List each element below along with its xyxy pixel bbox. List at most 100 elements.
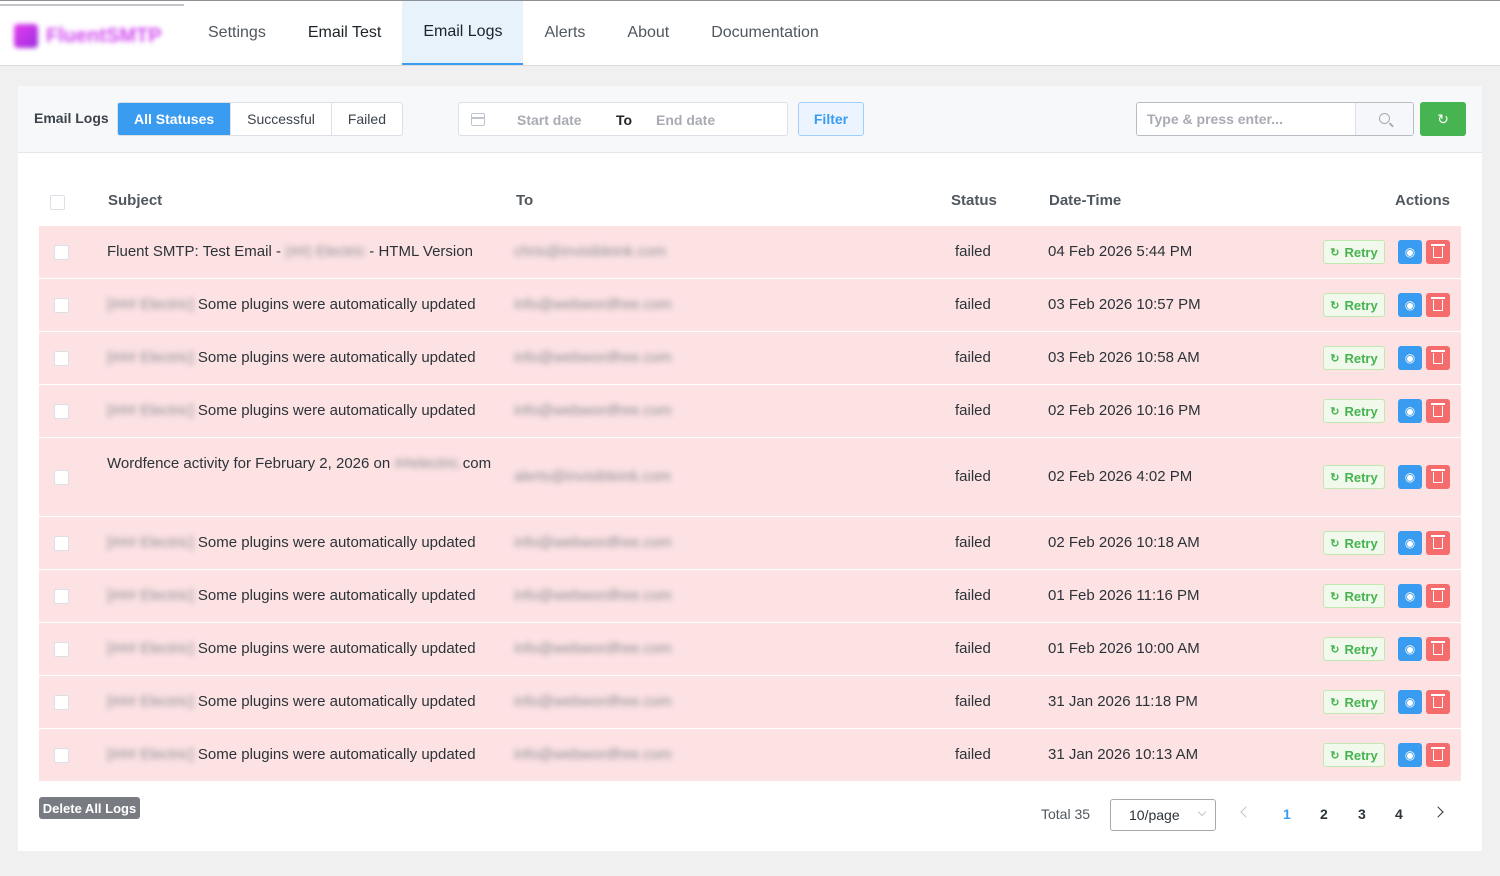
status-cell: failed [955, 349, 991, 366]
row-checkbox[interactable] [54, 642, 69, 657]
delete-button[interactable] [1426, 743, 1450, 767]
datetime-cell: 03 Feb 2026 10:58 AM [1048, 349, 1200, 366]
row-checkbox[interactable] [54, 695, 69, 710]
start-date-input[interactable]: Start date [517, 112, 582, 128]
retry-button[interactable]: ↻ Retry [1323, 293, 1385, 317]
retry-button[interactable]: ↻ Retry [1323, 465, 1385, 489]
retry-button[interactable]: ↻ Retry [1323, 346, 1385, 370]
delete-button[interactable] [1426, 637, 1450, 661]
tab-settings[interactable]: Settings [187, 1, 287, 65]
subject-redacted: (##) Electric [285, 243, 366, 260]
prev-page-chevron-icon[interactable] [1240, 806, 1252, 818]
row-checkbox[interactable] [54, 298, 69, 313]
recipient-cell: info@webwordfree.com [514, 296, 672, 313]
subject-text: Some plugins were automatically updated [197, 349, 476, 366]
view-button[interactable]: ◉ [1398, 399, 1422, 423]
subject-cell: Wordfence activity for February 2, 2026 … [107, 452, 502, 476]
end-date-input[interactable]: End date [656, 112, 715, 128]
trash-icon [1431, 403, 1445, 417]
page-size-select[interactable]: 10/page [1110, 799, 1216, 831]
tab-email-logs[interactable]: Email Logs [402, 1, 524, 65]
view-button[interactable]: ◉ [1398, 240, 1422, 264]
subject-redacted: [### Electric] [107, 693, 198, 710]
page-4[interactable]: 4 [1395, 806, 1403, 822]
email-logs-table: Subject To Status Date-Time Actions Flue… [39, 178, 1461, 782]
eye-icon: ◉ [1404, 695, 1416, 709]
page-3[interactable]: 3 [1358, 806, 1366, 822]
view-button[interactable]: ◉ [1398, 584, 1422, 608]
subject-text: Some plugins were automatically updated [197, 693, 476, 710]
search-button[interactable] [1355, 103, 1413, 135]
retry-button[interactable]: ↻ Retry [1323, 637, 1385, 661]
view-button[interactable]: ◉ [1398, 465, 1422, 489]
delete-button[interactable] [1426, 465, 1450, 489]
status-successful-button[interactable]: Successful [231, 103, 332, 135]
status-failed-button[interactable]: Failed [332, 103, 402, 135]
tab-alerts[interactable]: Alerts [523, 1, 606, 65]
delete-button[interactable] [1426, 346, 1450, 370]
toolbar-title: Email Logs [34, 110, 109, 126]
date-range-picker[interactable]: Start date To End date [458, 102, 788, 136]
trash-icon [1431, 469, 1445, 483]
delete-button[interactable] [1426, 293, 1450, 317]
view-button[interactable]: ◉ [1398, 346, 1422, 370]
row-checkbox[interactable] [54, 748, 69, 763]
view-button[interactable]: ◉ [1398, 690, 1422, 714]
datetime-cell: 01 Feb 2026 11:16 PM [1048, 587, 1200, 604]
status-filter-group: All Statuses Successful Failed [117, 102, 403, 136]
subject-redacted: [### Electric] [107, 640, 198, 657]
view-button[interactable]: ◉ [1398, 531, 1422, 555]
row-checkbox[interactable] [54, 404, 69, 419]
recipient-cell: info@webwordfree.com [514, 693, 672, 710]
row-checkbox[interactable] [54, 245, 69, 260]
retry-label: Retry [1344, 641, 1378, 657]
retry-button[interactable]: ↻ Retry [1323, 531, 1385, 555]
logs-toolbar: Email Logs All Statuses Successful Faile… [18, 86, 1482, 153]
retry-icon: ↻ [1330, 590, 1340, 603]
delete-button[interactable] [1426, 531, 1450, 555]
delete-button[interactable] [1426, 690, 1450, 714]
datetime-cell: 31 Jan 2026 10:13 AM [1048, 746, 1199, 763]
next-page-chevron-icon[interactable] [1432, 806, 1444, 818]
status-all-button[interactable]: All Statuses [118, 103, 232, 135]
retry-button[interactable]: ↻ Retry [1323, 584, 1385, 608]
trash-icon [1431, 244, 1445, 258]
eye-icon: ◉ [1404, 536, 1416, 550]
retry-button[interactable]: ↻ Retry [1323, 690, 1385, 714]
datetime-cell: 04 Feb 2026 5:44 PM [1048, 243, 1193, 260]
eye-icon: ◉ [1404, 404, 1416, 418]
retry-label: Retry [1344, 403, 1378, 419]
filter-button[interactable]: Filter [798, 102, 864, 136]
tab-email-test[interactable]: Email Test [287, 1, 403, 65]
row-checkbox[interactable] [54, 470, 69, 485]
page-2[interactable]: 2 [1320, 806, 1328, 822]
delete-button[interactable] [1426, 240, 1450, 264]
delete-button[interactable] [1426, 399, 1450, 423]
row-checkbox[interactable] [54, 351, 69, 366]
tab-documentation[interactable]: Documentation [690, 1, 840, 65]
subject-cell: [### Electric] Some plugins were automat… [107, 584, 502, 608]
status-cell: failed [955, 640, 991, 657]
delete-button[interactable] [1426, 584, 1450, 608]
subject-redacted: [### Electric] [107, 402, 198, 419]
row-checkbox[interactable] [54, 589, 69, 604]
subject-redacted: [### Electric] [107, 746, 198, 763]
retry-button[interactable]: ↻ Retry [1323, 743, 1385, 767]
recipient-cell: info@webwordfree.com [514, 534, 672, 551]
retry-icon: ↻ [1330, 352, 1340, 365]
main-tabs: Settings Email Test Email Logs Alerts Ab… [187, 1, 840, 65]
tab-about[interactable]: About [606, 1, 690, 65]
view-button[interactable]: ◉ [1398, 637, 1422, 661]
view-button[interactable]: ◉ [1398, 743, 1422, 767]
row-checkbox[interactable] [54, 536, 69, 551]
view-button[interactable]: ◉ [1398, 293, 1422, 317]
delete-all-logs-button[interactable]: Delete All Logs [39, 797, 140, 819]
retry-button[interactable]: ↻ Retry [1323, 399, 1385, 423]
retry-button[interactable]: ↻ Retry [1323, 240, 1385, 264]
datetime-cell: 02 Feb 2026 10:16 PM [1048, 402, 1201, 419]
search-input[interactable] [1137, 103, 1355, 135]
select-all-checkbox[interactable] [50, 195, 65, 210]
page-1[interactable]: 1 [1283, 806, 1291, 822]
eye-icon: ◉ [1404, 298, 1416, 312]
refresh-button[interactable]: ↻ [1420, 102, 1466, 136]
